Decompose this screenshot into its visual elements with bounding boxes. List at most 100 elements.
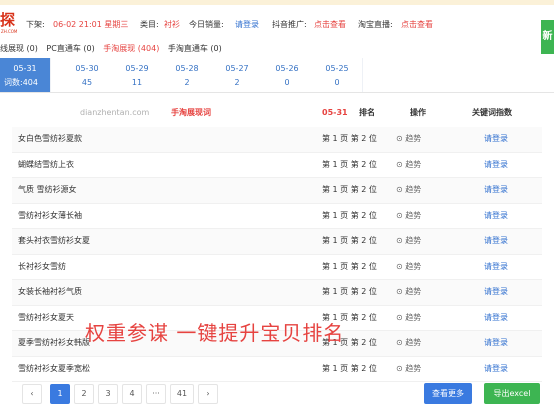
keyword-cell: 蝴蝶结雪纺上衣 [18, 159, 74, 169]
date-tab-date: 05-31 [13, 64, 37, 73]
date-tab-count: 2 [184, 78, 190, 87]
table-row: 套头衬衣雪纺衫女夏 第 1 页 第 2 位 ⊙ 趋势 请登录 [12, 229, 542, 255]
date-tab-count: 45 [81, 78, 93, 87]
table-row: 雪纺衬衫女夏季宽松 第 1 页 第 2 位 ⊙ 趋势 请登录 [12, 357, 542, 382]
date-tab-date: 05-30 [75, 64, 99, 73]
rank-cell: 第 1 页 第 2 位 [322, 236, 377, 245]
logo: 探 ZH.COM [0, 11, 22, 39]
date-tab-date: 05-28 [175, 64, 199, 73]
index-login-link[interactable]: 请登录 [484, 286, 508, 298]
tab-wireless[interactable]: 无线展现 (0) [0, 44, 38, 53]
trend-button[interactable]: ⊙ 趋势 [396, 363, 421, 375]
trend-label: 趋势 [405, 236, 422, 245]
trend-button[interactable]: ⊙ 趋势 [396, 133, 421, 145]
trend-label: 趋势 [405, 185, 422, 194]
rank-cell: 第 1 页 第 2 位 [322, 261, 377, 271]
keyword-cell: 雪纺衬衫女薄长袖 [18, 210, 82, 220]
trend-button[interactable]: ⊙ 趋势 [396, 210, 421, 222]
douyin-link[interactable]: 点击查看 [314, 19, 346, 31]
date-tab[interactable]: 05-28 2 [162, 58, 213, 92]
trend-icon: ⊙ [396, 338, 406, 347]
item-info-header: 探 ZH.COM 下架: 06-02 21:01 星期三 类目: 衬衫 今日销量… [0, 5, 554, 39]
trend-label: 趋势 [405, 363, 422, 373]
date-tab[interactable]: 05-30 45 [62, 58, 113, 92]
trend-button[interactable]: ⊙ 趋势 [396, 159, 421, 171]
source-tabs: 无线展现 (0) PC直通车 (0) 手淘展现 (404) 手淘直通车 (0) [0, 43, 228, 55]
tab-pc-ztc[interactable]: PC直通车 (0) [46, 44, 94, 53]
trend-icon: ⊙ [396, 185, 406, 194]
trend-icon: ⊙ [396, 261, 406, 271]
page-button[interactable]: 4 [122, 384, 142, 404]
date-tabs: 05-31 词数:404 05-30 45 05-29 11 05-28 2 05-27… [0, 58, 554, 93]
index-login-link[interactable]: 请登录 [484, 312, 508, 324]
index-login-link[interactable]: 请登录 [484, 337, 508, 349]
trend-button[interactable]: ⊙ 趋势 [396, 261, 421, 273]
next-page-button[interactable]: › [198, 384, 218, 404]
date-tab-date: 05-26 [275, 64, 299, 73]
date-tab-count: 词数:404 [4, 78, 38, 87]
trend-icon: ⊙ [396, 287, 406, 296]
index-login-link[interactable]: 请登录 [484, 159, 508, 171]
trend-icon: ⊙ [396, 312, 406, 322]
sales-label: 今日销量: [189, 20, 224, 29]
rank-cell: 第 1 页 第 2 位 [322, 287, 377, 296]
trend-button[interactable]: ⊙ 趋势 [396, 312, 421, 324]
view-more-button[interactable]: 查看更多 [424, 383, 472, 404]
index-login-link[interactable]: 请登录 [484, 261, 508, 273]
tab-shoutao-ztc[interactable]: 手淘直通车 (0) [168, 44, 222, 53]
keyword-cell: 女装长袖衬衫气质 [18, 287, 82, 296]
table-row: 气质 雪纺衫源女 第 1 页 第 2 位 ⊙ 趋势 请登录 [12, 178, 542, 204]
export-excel-button[interactable]: 导出excel [484, 383, 540, 404]
rank-cell: 第 1 页 第 2 位 [322, 159, 377, 169]
table-row: 雪纺衬衫女薄长袖 第 1 页 第 2 位 ⊙ 趋势 请登录 [12, 204, 542, 229]
index-login-link[interactable]: 请登录 [484, 235, 508, 247]
keyword-cell: 雪纺衬衫女夏季宽松 [18, 363, 90, 373]
keyword-cell: 雪纺衬衫女夏天 [18, 312, 74, 322]
trend-button[interactable]: ⊙ 趋势 [396, 286, 421, 298]
index-login-link[interactable]: 请登录 [484, 184, 508, 196]
trend-button[interactable]: ⊙ 趋势 [396, 235, 421, 247]
trend-label: 趋势 [405, 287, 422, 296]
table-header: dianzhentan.com 手淘展现词 05-31 排名 操作 关键词指数 [0, 102, 554, 124]
date-tab-count: 2 [234, 78, 240, 87]
keyword-column-header: 手淘展现词 [171, 108, 211, 117]
page-ellipsis[interactable]: ··· [146, 384, 166, 404]
trend-icon: ⊙ [396, 134, 406, 143]
trend-icon: ⊙ [396, 210, 406, 220]
rank-cell: 第 1 页 第 2 位 [322, 185, 377, 194]
rank-column-header: 排名 [359, 108, 375, 117]
table-row: 女白色雪纺衫夏款 第 1 页 第 2 位 ⊙ 趋势 请登录 [12, 127, 542, 153]
action-column-header: 操作 [410, 108, 426, 117]
taobao-live-link[interactable]: 点击查看 [401, 19, 433, 31]
index-login-link[interactable]: 请登录 [484, 363, 508, 375]
trend-button[interactable]: ⊙ 趋势 [396, 184, 421, 196]
promo-banner: 权重参谋 一键提升宝贝排名 [85, 321, 345, 345]
page-button[interactable]: 3 [98, 384, 118, 404]
table-row: 女装长袖衬衫气质 第 1 页 第 2 位 ⊙ 趋势 请登录 [12, 280, 542, 306]
page-button[interactable]: 41 [170, 384, 194, 404]
date-tab[interactable]: 05-27 2 [212, 58, 263, 92]
delist-label: 下架: [26, 20, 45, 29]
page-button[interactable]: 1 [50, 384, 70, 404]
date-tab[interactable]: 05-25 0 [312, 58, 363, 92]
trend-button[interactable]: ⊙ 趋势 [396, 337, 421, 349]
prev-page-button[interactable]: ‹ [22, 384, 42, 404]
douyin-label: 抖音推广: [272, 20, 307, 29]
date-tab[interactable]: 05-29 11 [112, 58, 163, 92]
page-button[interactable]: 2 [74, 384, 94, 404]
trend-label: 趋势 [405, 134, 422, 143]
index-login-link[interactable]: 请登录 [484, 133, 508, 145]
date-tab[interactable]: 05-31 词数:404 [0, 58, 51, 92]
trend-icon: ⊙ [396, 159, 406, 169]
table-row: 蝴蝶结雪纺上衣 第 1 页 第 2 位 ⊙ 趋势 请登录 [12, 153, 542, 178]
index-column-header: 关键词指数 [472, 108, 512, 117]
keyword-cell: 夏季雪纺衬衫女韩版 [18, 338, 90, 347]
tab-shoutao-show[interactable]: 手淘展现 (404) [103, 44, 159, 53]
date-tab[interactable]: 05-26 0 [262, 58, 313, 92]
sales-login-link[interactable]: 请登录 [235, 19, 259, 31]
trend-label: 趋势 [405, 338, 422, 347]
index-login-link[interactable]: 请登录 [484, 210, 508, 222]
logo-text: 探 [0, 11, 16, 29]
side-new-button[interactable]: 新 [541, 20, 554, 54]
trend-label: 趋势 [405, 210, 422, 220]
